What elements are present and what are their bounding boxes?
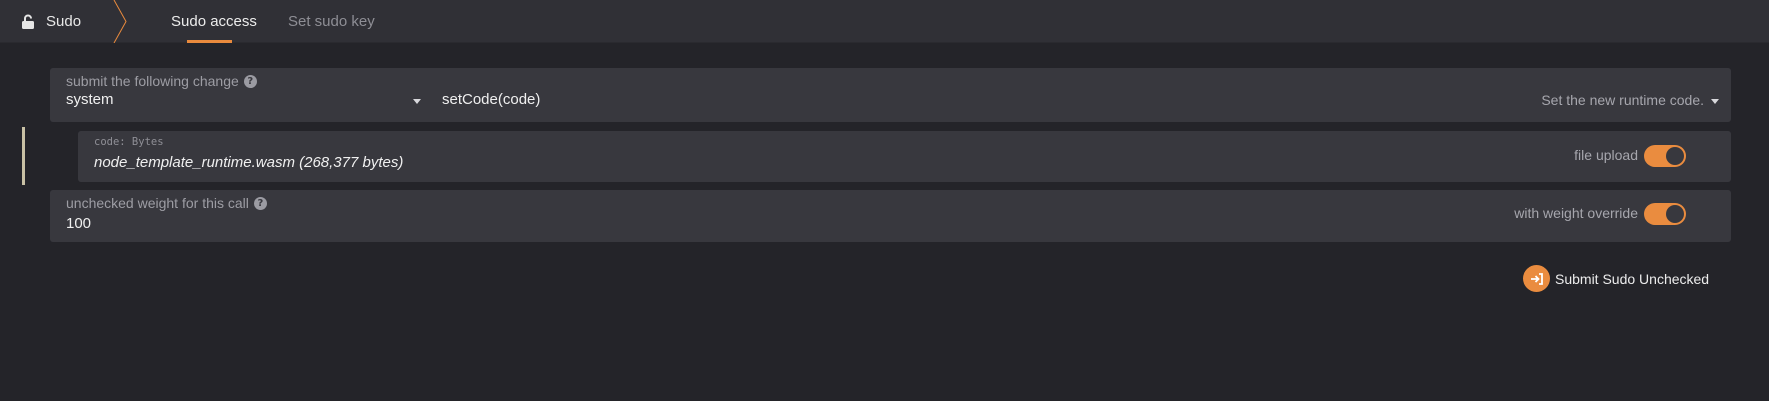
breadcrumb-chevron-icon [113, 0, 127, 43]
unlock-icon [21, 14, 35, 30]
help-icon[interactable]: ? [253, 196, 267, 210]
weight-panel: unchecked weight for this call ? 100 wit… [50, 190, 1731, 242]
help-icon[interactable]: ? [243, 74, 257, 88]
method-description: Set the new runtime code. [1541, 92, 1704, 108]
weight-label-text: unchecked weight for this call [66, 195, 249, 211]
file-upload-value[interactable]: node_template_runtime.wasm (268,377 byte… [94, 154, 403, 171]
method-dropdown-value: setCode(code) [442, 91, 541, 108]
submit-label: Submit Sudo Unchecked [1555, 270, 1710, 287]
file-upload-toggle-label: file upload [1574, 147, 1638, 163]
code-type-label: code: Bytes [94, 136, 164, 148]
tab-sudo-access[interactable]: Sudo access [171, 0, 257, 43]
code-param-panel: code: Bytes node_template_runtime.wasm (… [78, 131, 1731, 182]
file-upload-toggle[interactable] [1644, 145, 1686, 167]
method-dropdown[interactable]: setCode(code) [442, 91, 540, 108]
section-dropdown[interactable]: system [66, 91, 416, 113]
method-dropdown-caret-icon[interactable] [1711, 99, 1719, 104]
section-dropdown-caret-icon[interactable] [413, 99, 421, 104]
extrinsic-label-text: submit the following change [66, 73, 239, 89]
weight-override-toggle-label: with weight override [1514, 205, 1638, 221]
weight-override-toggle[interactable] [1644, 203, 1686, 225]
submit-sudo-unchecked-button[interactable]: Submit Sudo Unchecked [1523, 265, 1709, 292]
tab-label: Sudo access [171, 13, 257, 30]
param-indent-marker [22, 127, 25, 185]
section-dropdown-value: system [66, 91, 114, 108]
extrinsic-label: submit the following change ? [66, 73, 257, 89]
extrinsic-selector-panel: submit the following change ? system set… [50, 68, 1731, 122]
weight-input[interactable]: 100 [66, 215, 91, 232]
toggle-knob [1666, 147, 1684, 165]
weight-label: unchecked weight for this call ? [66, 195, 267, 211]
top-navigation-bar: Sudo Sudo access Set sudo key [0, 0, 1769, 43]
app-label: Sudo [46, 13, 82, 30]
active-tab-indicator [187, 40, 232, 43]
toggle-knob [1666, 205, 1684, 223]
app-breadcrumb-sudo[interactable]: Sudo [0, 0, 125, 43]
sign-in-icon [1523, 265, 1550, 292]
tab-label: Set sudo key [288, 13, 375, 30]
tab-set-sudo-key[interactable]: Set sudo key [288, 0, 375, 43]
